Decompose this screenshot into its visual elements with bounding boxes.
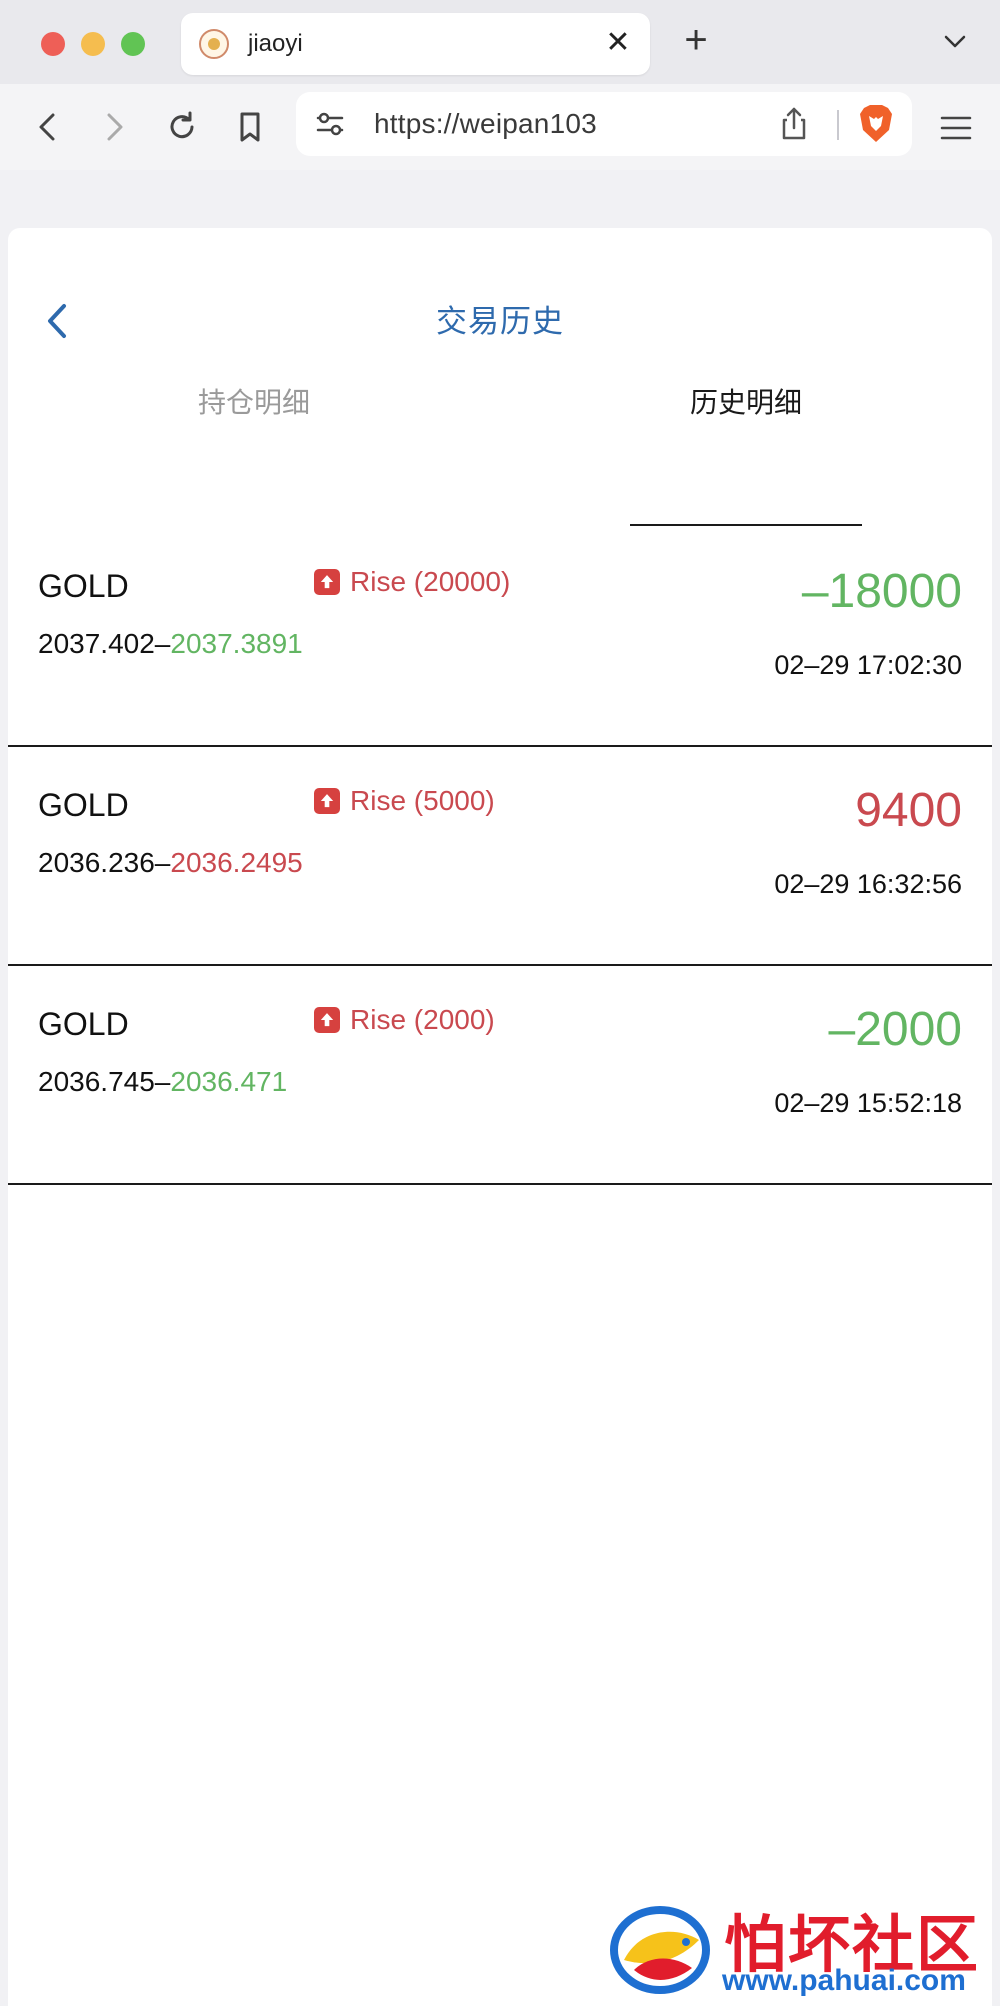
price-separator: – [154, 847, 171, 878]
active-tab-indicator [630, 524, 862, 526]
share-icon[interactable] [774, 104, 814, 144]
tune-icon[interactable] [312, 106, 348, 142]
open-price: 2036.745 [38, 1066, 155, 1097]
tab-title: jiaoyi [248, 30, 303, 57]
direction-badge: Rise (2000) [314, 1002, 495, 1038]
watermark-fish-logo-icon [604, 1900, 716, 2000]
open-price: 2036.236 [38, 847, 155, 878]
forward-icon[interactable] [92, 105, 136, 149]
browser-tab[interactable]: jiaoyi ✕ [181, 13, 650, 75]
window-zoom-button[interactable] [121, 32, 145, 56]
tab-positions[interactable]: 持仓明细 [8, 368, 500, 446]
plus-icon[interactable]: + [676, 20, 716, 60]
bookmark-icon[interactable] [228, 105, 272, 149]
hamburger-icon[interactable] [936, 108, 976, 148]
symbol: GOLD [38, 787, 129, 823]
window-minimize-button[interactable] [81, 32, 105, 56]
price-separator: – [154, 628, 171, 659]
window-close-button[interactable] [41, 32, 65, 56]
browser-tab-strip: jiaoyi ✕ + [0, 0, 1000, 84]
list-item[interactable]: GOLD Rise (20000) 2037.402–2037.3891 –18… [8, 528, 992, 747]
close-price: 2037.3891 [170, 628, 303, 659]
direction-badge: Rise (20000) [314, 564, 510, 600]
arrow-up-icon [314, 1007, 340, 1033]
price-range: 2036.745–2036.471 [38, 1066, 287, 1098]
direction-label: Rise (5000) [350, 785, 495, 816]
arrow-up-icon [314, 569, 340, 595]
symbol: GOLD [38, 1006, 129, 1042]
chevron-down-icon[interactable] [940, 26, 970, 56]
price-range: 2037.402–2037.3891 [38, 628, 303, 660]
trade-time: 02–29 15:52:18 [774, 1088, 962, 1118]
tab-bar: 持仓明细 历史明细 [8, 368, 992, 448]
close-price: 2036.471 [170, 1066, 288, 1097]
price-range: 2036.236–2036.2495 [38, 847, 303, 879]
direction-label: Rise (2000) [350, 1004, 495, 1035]
url-text[interactable]: https://weipan103 [374, 108, 597, 140]
trade-time: 02–29 16:32:56 [774, 869, 962, 899]
symbol: GOLD [38, 568, 129, 604]
direction-badge: Rise (5000) [314, 783, 495, 819]
address-bar[interactable]: https://weipan103 [296, 92, 912, 156]
site-favicon-icon [199, 29, 229, 59]
trade-time: 02–29 17:02:30 [774, 650, 962, 680]
close-icon[interactable]: ✕ [600, 25, 636, 61]
reload-icon[interactable] [160, 105, 204, 149]
brave-lion-icon[interactable] [856, 102, 896, 146]
arrow-up-icon [314, 788, 340, 814]
price-separator: – [154, 1066, 171, 1097]
watermark-url: www.pahuai.com [722, 1964, 966, 1997]
url-separator [837, 110, 839, 140]
profit-loss: 9400 [855, 784, 962, 837]
page-title: 交易历史 [436, 304, 564, 339]
list-item[interactable]: GOLD Rise (5000) 2036.236–2036.2495 9400… [8, 747, 992, 966]
watermark: 怕坏社区 www.pahuai.com [604, 1894, 994, 2004]
back-icon[interactable] [26, 105, 70, 149]
profit-loss: –18000 [801, 565, 962, 618]
page-content: 交易历史 持仓明细 历史明细 GOLD Rise (20000) 2037.40… [8, 228, 992, 2006]
list-item[interactable]: GOLD Rise (2000) 2036.745–2036.471 –2000… [8, 966, 992, 1185]
tab-history[interactable]: 历史明细 [500, 368, 992, 446]
open-price: 2037.402 [38, 628, 155, 659]
browser-toolbar: https://weipan103 [0, 84, 1000, 170]
profit-loss: –2000 [828, 1003, 962, 1056]
direction-label: Rise (20000) [350, 566, 511, 597]
close-price: 2036.2495 [170, 847, 303, 878]
